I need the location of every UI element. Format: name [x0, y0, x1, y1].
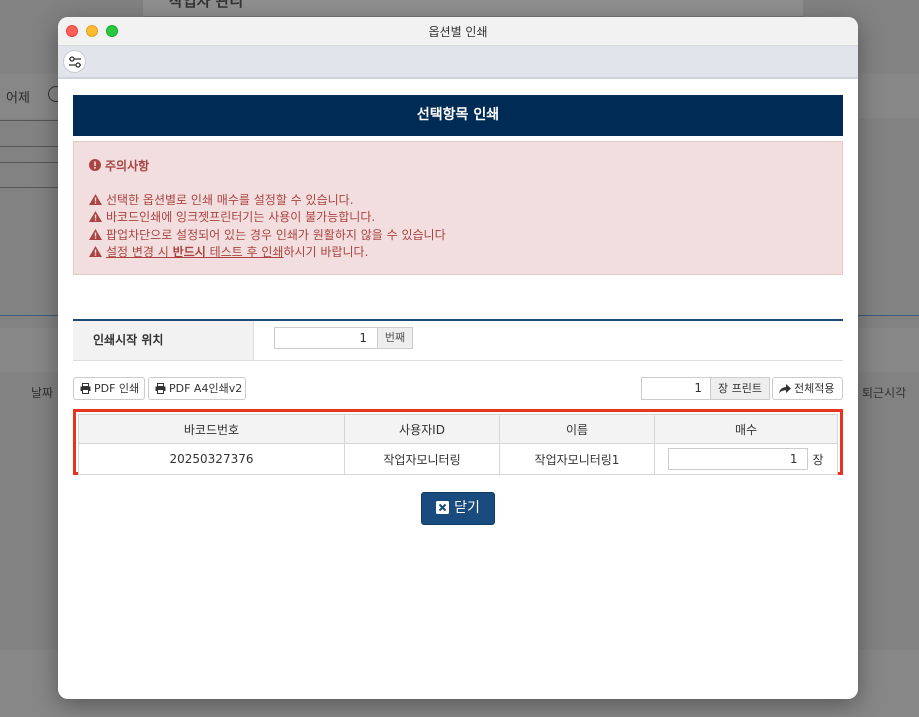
warning-triangle-icon [89, 211, 102, 222]
background-page-title: 작업자 관리 [143, 0, 803, 17]
column-header-barcode: 바코드번호 [78, 414, 345, 444]
close-button[interactable]: 닫기 [421, 492, 495, 525]
start-position-label: 인쇄시작 위치 [73, 321, 254, 360]
cell-barcode: 20250327376 [78, 443, 345, 475]
start-position-addon: 번째 [378, 327, 413, 349]
background-yesterday-label: 어제 [6, 91, 30, 106]
background-divider [0, 120, 58, 121]
section-header: 선택항목 인쇄 [73, 95, 843, 136]
table-row: 20250327376 작업자모니터링 작업자모니터링1 1장 [78, 443, 838, 475]
copies-print-button[interactable]: 장 프린트 [711, 377, 770, 400]
column-header-user-id: 사용자ID [344, 414, 500, 444]
notice-line: 선택한 옵션별로 인쇄 매수를 설정할 수 있습니다. [89, 191, 354, 208]
window-toolbar [58, 46, 858, 79]
start-position-row: 인쇄시작 위치 1 번째 [73, 319, 843, 361]
background-divider [0, 187, 58, 188]
cell-quantity: 1장 [654, 443, 838, 475]
pdf-a4-print-button[interactable]: PDF A4인쇄v2 [148, 377, 246, 400]
warning-triangle-icon [89, 194, 102, 205]
copies-input[interactable]: 1 [641, 377, 711, 400]
warning-notice: 주의사항 선택한 옵션별로 인쇄 매수를 설정할 수 있습니다. 바코드인쇄에 … [73, 141, 843, 275]
background-divider [0, 146, 58, 147]
background-divider [0, 162, 58, 163]
quantity-unit: 장 [812, 452, 824, 467]
notice-title: 주의사항 [89, 157, 149, 174]
printer-icon [155, 383, 166, 394]
modal-content: 선택항목 인쇄 주의사항 선택한 옵션별로 인쇄 매수를 설정할 수 있습니다.… [73, 95, 843, 525]
printer-icon [80, 383, 91, 394]
window-title: 옵션별 인쇄 [428, 25, 488, 39]
apply-all-button[interactable]: 전체적용 [772, 377, 843, 400]
background-offwork-header: 퇴근시각 [862, 386, 907, 400]
column-header-quantity: 매수 [654, 414, 838, 444]
print-options-window: 옵션별 인쇄 선택항목 인쇄 주의사항 선택한 옵션별로 인쇄 매수를 설정할 … [58, 17, 858, 699]
selected-items-table-highlight: 바코드번호 사용자ID 이름 매수 20250327376 작업자모니터링 작업… [73, 409, 843, 475]
table-header-row: 바코드번호 사용자ID 이름 매수 [78, 414, 838, 444]
pdf-print-button[interactable]: PDF 인쇄 [73, 377, 145, 400]
cell-user-id: 작업자모니터링 [344, 443, 500, 475]
cell-name: 작업자모니터링1 [499, 443, 655, 475]
warning-triangle-icon [89, 246, 102, 257]
background-date-header: 날짜 [31, 386, 54, 400]
exclamation-circle-icon [89, 159, 101, 171]
notice-line: 설정 변경 시 반드시 테스트 후 인쇄하시기 바랍니다. [89, 243, 368, 260]
column-header-name: 이름 [499, 414, 655, 444]
window-titlebar: 옵션별 인쇄 [58, 17, 858, 46]
selected-items-table: 바코드번호 사용자ID 이름 매수 20250327376 작업자모니터링 작업… [78, 414, 838, 475]
notice-line: 바코드인쇄에 잉크젯프린터기는 사용이 불가능합니다. [89, 208, 375, 225]
notice-line: 팝업차단으로 설정되어 있는 경우 인쇄가 원활하지 않을 수 있습니다 [89, 226, 446, 243]
quantity-input[interactable]: 1 [668, 448, 809, 470]
share-arrow-icon [779, 384, 791, 394]
warning-triangle-icon [89, 229, 102, 240]
settings-sliders-icon[interactable] [63, 50, 86, 73]
close-square-icon [436, 501, 450, 514]
start-position-input[interactable]: 1 [274, 327, 378, 349]
